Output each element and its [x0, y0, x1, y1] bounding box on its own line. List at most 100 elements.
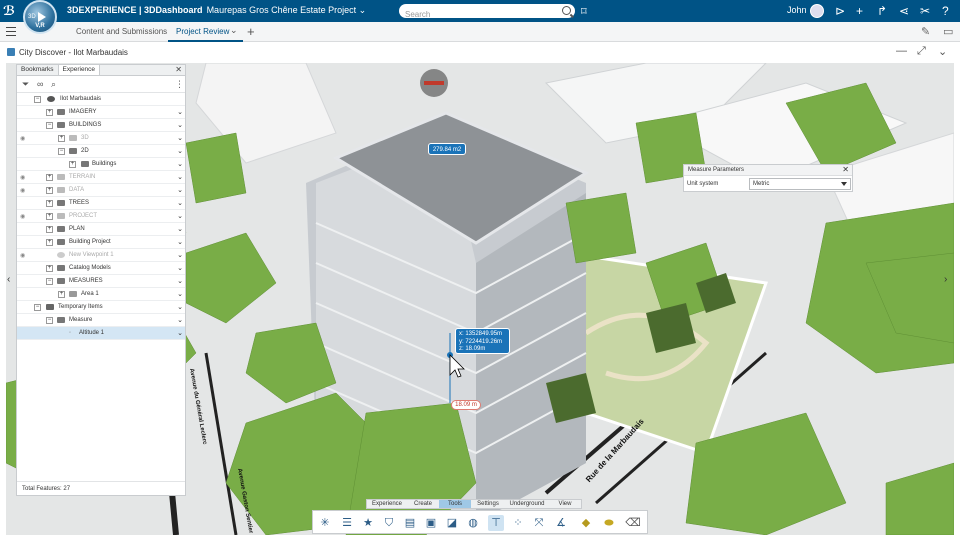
user-name[interactable]: John	[787, 5, 807, 15]
tree-row[interactable]: ◉ + 3D ⌄	[17, 132, 185, 145]
nav-left-icon[interactable]: ‹	[7, 274, 10, 285]
tree-row[interactable]: + TREES ⌄	[17, 197, 185, 210]
hidden-eye-icon[interactable]: ◉	[20, 187, 25, 194]
tree-row[interactable]: − MEASURES ⌄	[17, 275, 185, 288]
search-icon[interactable]	[562, 6, 571, 15]
add-tab-icon[interactable]: +	[247, 24, 255, 39]
volume-tool-icon[interactable]: ⬬	[601, 515, 617, 531]
tab-project-review[interactable]: Project Review	[176, 27, 229, 36]
chevron-down-icon[interactable]: ⌄	[177, 303, 183, 311]
collapse-toggle[interactable]: −	[46, 122, 53, 129]
expand-toggle[interactable]: +	[46, 200, 53, 207]
expand-toggle[interactable]: +	[46, 265, 53, 272]
collapse-toggle[interactable]: −	[34, 96, 41, 103]
project-name[interactable]: Maurepas Gros Chêne Estate Project	[207, 5, 357, 15]
coordinate-readout[interactable]: x: 1352849.95m y: 7224419.26m z: 18.09m	[455, 328, 510, 354]
tree-row[interactable]: ◉ + DATA ⌄	[17, 184, 185, 197]
collapse-toggle[interactable]: −	[34, 304, 41, 311]
chevron-down-icon[interactable]: ⌄	[359, 5, 367, 15]
collapse-toggle[interactable]: −	[46, 278, 53, 285]
tab-content-and-submissions[interactable]: Content and Submissions	[76, 27, 167, 36]
minimize-icon[interactable]: —	[896, 45, 907, 57]
expand-toggle[interactable]: +	[46, 174, 53, 181]
binoculars-icon[interactable]: ∞	[37, 79, 43, 89]
distance-measure-tool-icon[interactable]: ⤧	[531, 515, 547, 531]
collapse-toggle[interactable]: −	[58, 148, 65, 155]
expand-toggle[interactable]: +	[58, 135, 65, 142]
area-measure-label[interactable]: 279.84 m2	[428, 143, 466, 155]
tab-experience[interactable]: Experience	[58, 65, 101, 75]
section-settings[interactable]: Settings	[471, 500, 505, 508]
chevron-down-icon[interactable]: ⌄	[177, 251, 183, 259]
altitude-measure-tool-icon[interactable]: ⊤	[488, 515, 504, 531]
list-tool-icon[interactable]: ☰	[339, 515, 355, 531]
help-icon[interactable]: ?	[942, 3, 949, 19]
chevron-down-icon[interactable]: ⌄	[177, 290, 183, 298]
distance-label[interactable]: 18.09 m	[451, 400, 481, 410]
chevron-down-icon[interactable]: ⌄	[177, 329, 183, 337]
section-view[interactable]: View	[549, 500, 581, 508]
section-underground[interactable]: Underground	[505, 500, 549, 508]
chevron-down-icon[interactable]: ⌄	[177, 134, 183, 142]
expand-toggle[interactable]: +	[46, 187, 53, 194]
chat-icon[interactable]: ▭	[943, 25, 953, 38]
chevron-down-icon[interactable]: ⌄	[177, 277, 183, 285]
compass-tool-icon[interactable]: ✳	[317, 515, 333, 531]
tree-row[interactable]: ◉ + TERRAIN ⌄	[17, 171, 185, 184]
chevron-down-icon[interactable]: ⌄	[177, 225, 183, 233]
more-icon[interactable]: ⋮	[175, 79, 184, 90]
table-tool-icon[interactable]: ▤	[402, 515, 418, 531]
tree-row[interactable]: − 2D ⌄	[17, 145, 185, 158]
picture-tool-icon[interactable]: ◪	[444, 515, 460, 531]
add-icon[interactable]: +	[856, 3, 863, 19]
tab-chevron-down-icon[interactable]: ⌄	[230, 25, 238, 36]
tree-row[interactable]: − BUILDINGS ⌄	[17, 119, 185, 132]
compass-button[interactable]: 3D V,R	[23, 0, 57, 34]
expand-toggle[interactable]: +	[46, 226, 53, 233]
share-icon[interactable]: ⊳	[835, 3, 845, 19]
unit-system-select[interactable]: Metric	[749, 178, 851, 190]
angle-measure-tool-icon[interactable]: ∡	[553, 515, 569, 531]
tree-row[interactable]: ◉ + PROJECT ⌄	[17, 210, 185, 223]
3ds-logo-icon[interactable]: ℬ	[3, 3, 19, 19]
chevron-down-icon[interactable]: ⌄	[177, 108, 183, 116]
tree-row[interactable]: + Area 1 ⌄	[17, 288, 185, 301]
maximize-icon[interactable]: ⤢	[917, 45, 926, 58]
tag-icon[interactable]: ⌑	[581, 5, 587, 18]
hidden-eye-icon[interactable]: ◉	[20, 213, 25, 220]
expand-toggle[interactable]: +	[46, 239, 53, 246]
tree-row[interactable]: − Measure ⌄	[17, 314, 185, 327]
tree-row[interactable]: ◉ New Viewpoint 1 ⌄	[17, 249, 185, 262]
expand-toggle[interactable]: +	[46, 109, 53, 116]
tree-row[interactable]: + Catalog Models ⌄	[17, 262, 185, 275]
hidden-eye-icon[interactable]: ◉	[20, 174, 25, 181]
expand-toggle[interactable]: +	[69, 161, 76, 168]
edit-icon[interactable]: ✎	[921, 25, 930, 38]
tree-row[interactable]: + PLAN ⌄	[17, 223, 185, 236]
chevron-down-icon[interactable]: ⌄	[177, 160, 183, 168]
forward-icon[interactable]: ↱	[877, 3, 887, 19]
tree-row-selected[interactable]: ◦ Altitude 1 ⌄	[17, 327, 185, 340]
chevron-down-icon[interactable]: ⌄	[177, 121, 183, 129]
close-icon[interactable]: ✕	[175, 65, 182, 74]
tools-icon[interactable]: ✂	[920, 3, 930, 19]
point-measure-tool-icon[interactable]: ⁘	[510, 515, 526, 531]
chevron-down-icon[interactable]: ⌄	[177, 316, 183, 324]
close-icon[interactable]: ✕	[842, 165, 849, 174]
network-icon[interactable]: ⋖	[899, 3, 909, 19]
chevron-down-icon[interactable]: ⌄	[177, 199, 183, 207]
widget-menu-chevron-icon[interactable]: ⌄	[938, 45, 947, 58]
eraser-tool-icon[interactable]: ⌫	[625, 515, 641, 531]
section-tools[interactable]: Tools	[439, 500, 471, 508]
tree-row[interactable]: − Temporary Items ⌄	[17, 301, 185, 314]
chevron-down-icon[interactable]: ⌄	[177, 264, 183, 272]
chevron-down-icon[interactable]: ⌄	[177, 212, 183, 220]
hidden-eye-icon[interactable]: ◉	[20, 252, 25, 259]
tab-bookmarks[interactable]: Bookmarks	[17, 65, 59, 75]
tree-row[interactable]: − Ilot Marbaudais	[17, 93, 185, 106]
chevron-down-icon[interactable]: ⌄	[177, 147, 183, 155]
tree-row[interactable]: + IMAGERY ⌄	[17, 106, 185, 119]
person-tool-icon[interactable]: ⛉	[381, 515, 397, 531]
nav-right-icon[interactable]: ›	[944, 274, 947, 285]
filter-icon[interactable]: ⏷	[22, 79, 29, 90]
